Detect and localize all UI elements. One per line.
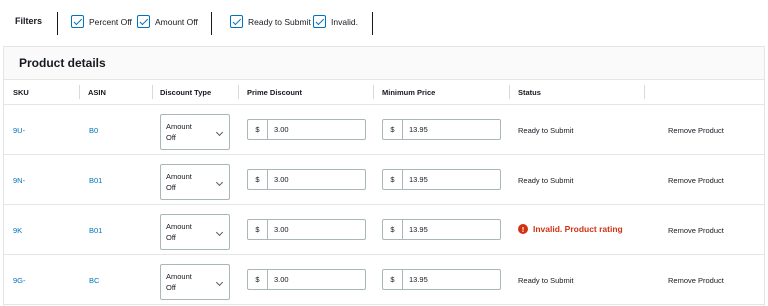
currency-symbol: $ bbox=[248, 170, 268, 189]
column-separator bbox=[509, 85, 510, 99]
asin-link[interactable]: BC bbox=[89, 276, 99, 285]
filter-label: Percent Off bbox=[89, 16, 132, 27]
discount-type-select[interactable]: Amount Off bbox=[160, 264, 230, 300]
filters-divider bbox=[57, 12, 58, 35]
prime-discount-input[interactable]: $ 3.00 bbox=[247, 219, 366, 240]
checkbox-checked-icon[interactable] bbox=[230, 15, 243, 28]
minimum-price-value[interactable]: 13.95 bbox=[403, 170, 500, 189]
status-text: Ready to Submit bbox=[518, 126, 574, 135]
column-separator bbox=[152, 85, 153, 99]
filter-ready-to-submit[interactable]: Ready to Submit bbox=[230, 15, 311, 28]
table-row: 9N- B01 Amount Off $ 3.00 $ 13.95 Ready … bbox=[4, 155, 764, 205]
column-header-prime-discount: Prime Discount bbox=[247, 88, 303, 97]
currency-symbol: $ bbox=[383, 120, 403, 139]
remove-product-button[interactable]: Remove Product bbox=[668, 226, 724, 235]
sku-link[interactable]: 9N- bbox=[13, 176, 25, 185]
status-error: ! Invalid. Product rating bbox=[518, 224, 623, 234]
column-header-minimum-price: Minimum Price bbox=[382, 88, 436, 97]
minimum-price-value[interactable]: 13.95 bbox=[403, 120, 500, 139]
filter-label: Invalid. bbox=[331, 16, 358, 27]
filters-divider bbox=[211, 12, 212, 35]
minimum-price-input[interactable]: $ 13.95 bbox=[382, 219, 501, 240]
discount-type-select[interactable]: Amount Off bbox=[160, 164, 230, 200]
filter-label: Amount Off bbox=[155, 16, 198, 27]
sku-link[interactable]: 9K bbox=[13, 226, 22, 235]
filter-invalid[interactable]: Invalid. bbox=[313, 15, 358, 28]
prime-discount-value[interactable]: 3.00 bbox=[268, 120, 365, 139]
minimum-price-input[interactable]: $ 13.95 bbox=[382, 169, 501, 190]
product-details-panel: Product details SKU ASIN Discount Type P… bbox=[3, 46, 765, 306]
remove-product-button[interactable]: Remove Product bbox=[668, 126, 724, 135]
column-header-discount-type: Discount Type bbox=[160, 88, 212, 97]
chevron-down-icon bbox=[215, 228, 224, 237]
table-row: 9K B01 Amount Off $ 3.00 $ 13.95 ! Inval… bbox=[4, 205, 764, 255]
asin-link[interactable]: B01 bbox=[89, 176, 102, 185]
remove-product-button[interactable]: Remove Product bbox=[668, 176, 724, 185]
error-icon: ! bbox=[518, 224, 528, 234]
remove-product-button[interactable]: Remove Product bbox=[668, 276, 724, 285]
discount-type-value: Amount Off bbox=[166, 172, 192, 192]
column-separator bbox=[373, 85, 374, 99]
column-separator bbox=[238, 85, 239, 99]
discount-type-value: Amount Off bbox=[166, 272, 192, 292]
column-header-sku: SKU bbox=[13, 88, 29, 97]
prime-discount-input[interactable]: $ 3.00 bbox=[247, 269, 366, 290]
panel-header: Product details bbox=[4, 47, 764, 80]
chevron-down-icon bbox=[215, 178, 224, 187]
chevron-down-icon bbox=[215, 278, 224, 287]
sku-link[interactable]: 9U- bbox=[13, 126, 25, 135]
column-separator bbox=[79, 85, 80, 99]
checkbox-checked-icon[interactable] bbox=[71, 15, 84, 28]
prime-discount-input[interactable]: $ 3.00 bbox=[247, 119, 366, 140]
currency-symbol: $ bbox=[383, 270, 403, 289]
asin-link[interactable]: B0 bbox=[89, 126, 98, 135]
panel-title: Product details bbox=[19, 56, 106, 70]
prime-discount-value[interactable]: 3.00 bbox=[268, 170, 365, 189]
status-text: Ready to Submit bbox=[518, 276, 574, 285]
minimum-price-value[interactable]: 13.95 bbox=[403, 220, 500, 239]
currency-symbol: $ bbox=[383, 220, 403, 239]
column-header-asin: ASIN bbox=[88, 88, 106, 97]
currency-symbol: $ bbox=[248, 120, 268, 139]
discount-type-value: Amount Off bbox=[166, 122, 192, 142]
filters-bar: Filters Percent Off Amount Off Ready to … bbox=[0, 0, 768, 46]
column-header-status: Status bbox=[518, 88, 541, 97]
prime-discount-value[interactable]: 3.00 bbox=[268, 220, 365, 239]
checkbox-checked-icon[interactable] bbox=[313, 15, 326, 28]
filter-label: Ready to Submit bbox=[248, 16, 311, 27]
filters-divider bbox=[372, 12, 373, 35]
prime-discount-input[interactable]: $ 3.00 bbox=[247, 169, 366, 190]
discount-type-select[interactable]: Amount Off bbox=[160, 214, 230, 250]
checkbox-checked-icon[interactable] bbox=[137, 15, 150, 28]
filter-percent-off[interactable]: Percent Off bbox=[71, 15, 132, 28]
table-header: SKU ASIN Discount Type Prime Discount Mi… bbox=[4, 80, 764, 105]
currency-symbol: $ bbox=[248, 270, 268, 289]
minimum-price-value[interactable]: 13.95 bbox=[403, 270, 500, 289]
status-text: Ready to Submit bbox=[518, 176, 574, 185]
sku-link[interactable]: 9G- bbox=[13, 276, 26, 285]
column-separator bbox=[644, 85, 645, 99]
filters-label: Filters bbox=[15, 16, 43, 26]
currency-symbol: $ bbox=[383, 170, 403, 189]
discount-type-select[interactable]: Amount Off bbox=[160, 114, 230, 150]
currency-symbol: $ bbox=[248, 220, 268, 239]
asin-link[interactable]: B01 bbox=[89, 226, 102, 235]
status-text: Invalid. Product rating bbox=[533, 224, 623, 234]
filter-amount-off[interactable]: Amount Off bbox=[137, 15, 198, 28]
discount-type-value: Amount Off bbox=[166, 222, 192, 242]
prime-discount-value[interactable]: 3.00 bbox=[268, 270, 365, 289]
table-row: 9U- B0 Amount Off $ 3.00 $ 13.95 Ready t… bbox=[4, 105, 764, 155]
minimum-price-input[interactable]: $ 13.95 bbox=[382, 119, 501, 140]
chevron-down-icon bbox=[215, 128, 224, 137]
minimum-price-input[interactable]: $ 13.95 bbox=[382, 269, 501, 290]
table-row: 9G- BC Amount Off $ 3.00 $ 13.95 Ready t… bbox=[4, 255, 764, 305]
